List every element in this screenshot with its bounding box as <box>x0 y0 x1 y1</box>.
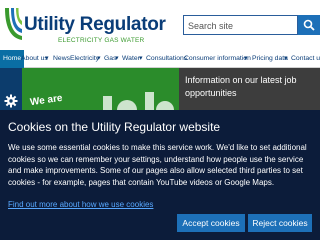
cookie-info-link[interactable]: Find out more about how we use cookies <box>8 200 312 209</box>
search-input[interactable] <box>184 17 297 35</box>
nav-item-water[interactable]: Water <box>122 50 140 68</box>
nav-item-electricity[interactable]: Electricity <box>70 50 99 68</box>
nav-item-pricing-chevron[interactable]: ▾ <box>284 50 287 68</box>
nav-item-about-us[interactable]: About us <box>21 50 48 68</box>
utility-regulator-logo[interactable]: Utility Regulator ELECTRICITY GAS WATER <box>2 6 166 44</box>
nav-item-news[interactable]: News <box>53 50 70 68</box>
search-icon <box>303 19 315 31</box>
nav-item-pricing-data[interactable]: Pricing data <box>252 50 288 68</box>
search-button[interactable] <box>298 15 320 35</box>
nav-item-consultations[interactable]: Consultations <box>146 50 187 68</box>
nav-item-electricity-chevron[interactable]: ▾ <box>97 50 100 68</box>
job-opportunities-promo[interactable]: Information on our latest job opportunit… <box>179 68 320 110</box>
nav-item-consumer-information[interactable]: Consumer information <box>184 50 251 68</box>
nav-item-contact-us[interactable]: Contact us <box>291 50 320 68</box>
logo-tagline: ELECTRICITY GAS WATER <box>58 37 145 44</box>
hero-graphic-lettering <box>103 92 174 110</box>
promo-text: Information on our latest job opportunit… <box>185 75 297 98</box>
site-header: Utility Regulator ELECTRICITY GAS WATER <box>0 0 320 50</box>
cookie-banner-body: We use some essential cookies to make th… <box>8 143 307 187</box>
hero-banner-text: We are <box>29 92 64 109</box>
main-navigation: Home About us ▾ News Electricity ▾ Gas ▾… <box>0 50 320 68</box>
nav-item-water-chevron[interactable]: ▾ <box>139 50 142 68</box>
cookie-banner-title: Cookies on the Utility Regulator website <box>8 120 221 134</box>
search-field-wrapper <box>183 15 298 35</box>
nav-item-about-us-chevron[interactable]: ▾ <box>45 50 48 68</box>
accept-cookies-button[interactable]: Accept cookies <box>177 214 245 232</box>
logo-swoosh-icon <box>5 8 22 40</box>
logo-title: Utility Regulator <box>24 14 166 35</box>
reject-cookies-button[interactable]: Reject cookies <box>248 214 312 232</box>
nav-item-consumer-chevron[interactable]: ▾ <box>244 50 247 68</box>
nav-item-gas-chevron[interactable]: ▾ <box>115 50 118 68</box>
gear-icon[interactable] <box>4 94 18 108</box>
